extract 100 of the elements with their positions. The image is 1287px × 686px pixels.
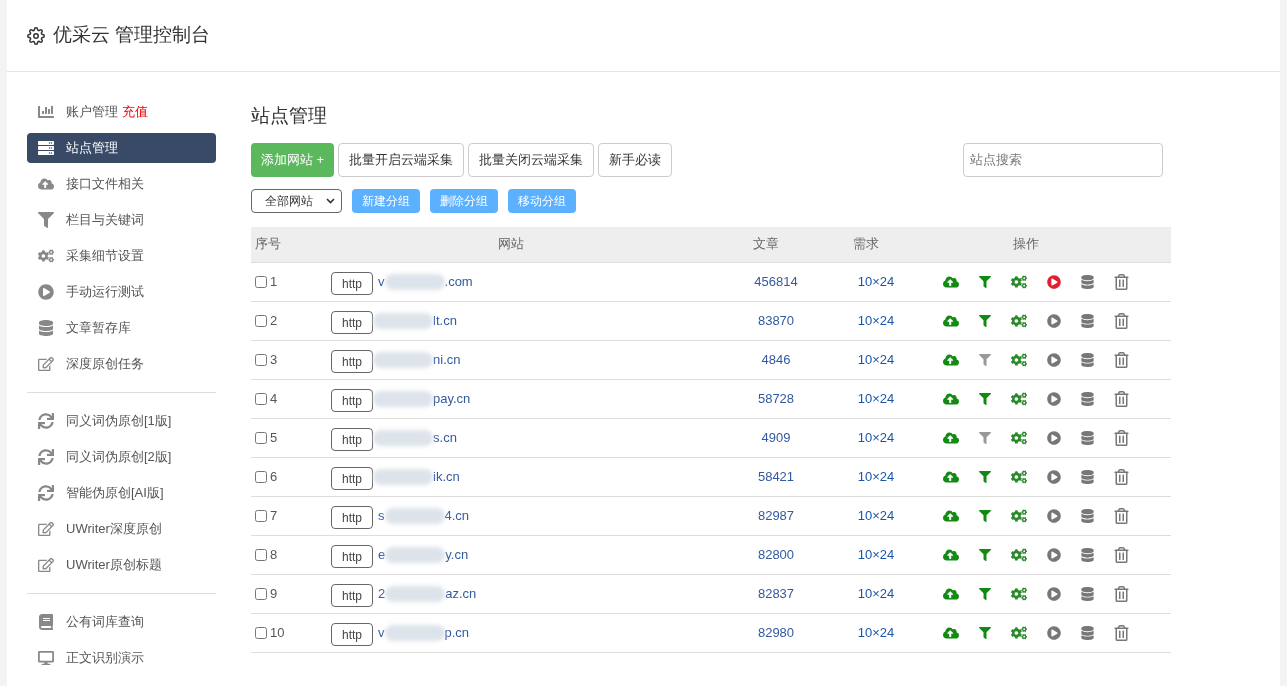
trash-icon[interactable] [1114, 312, 1129, 329]
filter-icon[interactable] [979, 548, 991, 561]
gears-icon[interactable] [1011, 429, 1027, 446]
trash-icon[interactable] [1114, 390, 1129, 407]
gears-icon[interactable] [1011, 624, 1027, 641]
gears-icon[interactable] [1011, 468, 1027, 485]
sidebar-item[interactable]: 正文识别演示 [27, 643, 216, 673]
filter-icon[interactable] [979, 275, 991, 288]
row-checkbox[interactable] [255, 626, 267, 639]
play-icon[interactable] [1047, 508, 1061, 523]
toolbar-button[interactable]: 批量开启云端采集 [338, 142, 465, 177]
demand-value: 10×24 [856, 311, 896, 330]
row-checkbox[interactable] [255, 509, 267, 522]
sidebar-item[interactable]: 同义词伪原创[2版] [27, 442, 216, 472]
cloud-upload-icon[interactable] [943, 507, 959, 524]
cloud-upload-icon[interactable] [943, 390, 959, 407]
chevron-down-icon [326, 197, 335, 204]
article-count: 58421 [756, 467, 796, 486]
database-icon[interactable] [1081, 586, 1094, 601]
play-icon[interactable] [1047, 352, 1061, 367]
row-checkbox[interactable] [255, 392, 267, 405]
play-icon[interactable] [1047, 547, 1061, 562]
cloud-upload-icon[interactable] [943, 429, 959, 446]
cloud-upload-icon[interactable] [943, 546, 959, 563]
trash-icon[interactable] [1114, 624, 1129, 641]
gears-icon[interactable] [1011, 351, 1027, 368]
play-icon[interactable] [1047, 625, 1061, 640]
row-checkbox[interactable] [255, 587, 267, 600]
play-icon[interactable] [1047, 586, 1061, 601]
trash-icon[interactable] [1114, 507, 1129, 524]
row-checkbox[interactable] [255, 353, 267, 366]
play-icon[interactable] [1047, 274, 1061, 289]
filter-icon[interactable] [979, 470, 991, 483]
sidebar-item[interactable]: 文章暂存库 [27, 313, 216, 343]
gears-icon[interactable] [1011, 507, 1027, 524]
gears-icon[interactable] [1011, 546, 1027, 563]
filter-icon[interactable] [979, 353, 991, 366]
database-icon[interactable] [1081, 391, 1094, 406]
cloud-upload-icon[interactable] [943, 585, 959, 602]
recharge-link[interactable]: 充值 [122, 102, 148, 122]
row-checkbox[interactable] [255, 431, 267, 444]
row-checkbox[interactable] [255, 314, 267, 327]
sidebar-item[interactable]: UWriter原创标题 [27, 550, 216, 580]
sidebar-item[interactable]: 深度原创任务 [27, 349, 216, 379]
database-icon[interactable] [1081, 313, 1094, 328]
filter-icon[interactable] [979, 392, 991, 405]
filter-icon[interactable] [979, 509, 991, 522]
cloud-upload-icon[interactable] [943, 624, 959, 641]
site-search-field[interactable]: 站点搜索 [963, 142, 1163, 177]
play-icon[interactable] [1047, 391, 1061, 406]
article-count: 82980 [756, 623, 796, 642]
play-icon[interactable] [1047, 469, 1061, 484]
trash-icon[interactable] [1114, 585, 1129, 602]
gears-icon[interactable] [1011, 312, 1027, 329]
sidebar-item[interactable]: 采集细节设置 [27, 241, 216, 271]
trash-icon[interactable] [1114, 351, 1129, 368]
filter-icon[interactable] [979, 431, 991, 444]
trash-icon[interactable] [1114, 273, 1129, 290]
bar-chart-icon [38, 104, 54, 120]
cloud-upload-icon[interactable] [943, 312, 959, 329]
row-checkbox[interactable] [255, 470, 267, 483]
cloud-upload-icon[interactable] [943, 273, 959, 290]
play-icon[interactable] [1047, 430, 1061, 445]
database-icon[interactable] [1081, 430, 1094, 445]
sidebar-item[interactable]: 接口文件相关 [27, 169, 216, 199]
toolbar-button[interactable]: 新手必读 [598, 142, 673, 177]
database-icon[interactable] [1081, 508, 1094, 523]
sidebar-item[interactable]: 智能伪原创[AI版] [27, 478, 216, 508]
gears-icon[interactable] [1011, 585, 1027, 602]
cloud-upload-icon[interactable] [943, 351, 959, 368]
trash-icon[interactable] [1114, 468, 1129, 485]
sidebar-item[interactable]: 同义词伪原创[1版] [27, 406, 216, 436]
trash-icon[interactable] [1114, 429, 1129, 446]
database-icon[interactable] [1081, 469, 1094, 484]
database-icon[interactable] [1081, 625, 1094, 640]
play-icon [38, 284, 54, 300]
database-icon[interactable] [1081, 274, 1094, 289]
sidebar-item[interactable]: 手动运行测试 [27, 277, 216, 307]
filter-icon [38, 212, 54, 228]
sidebar-item[interactable]: UWriter深度原创 [27, 514, 216, 544]
filter-icon[interactable] [979, 626, 991, 639]
database-icon[interactable] [1081, 547, 1094, 562]
scheme-label: http [331, 272, 373, 295]
database-icon[interactable] [1081, 352, 1094, 367]
gears-icon[interactable] [1011, 390, 1027, 407]
sidebar-item[interactable]: 站点管理 [27, 133, 216, 163]
play-icon[interactable] [1047, 313, 1061, 328]
group-select[interactable]: 全部网站 [251, 188, 342, 213]
trash-icon[interactable] [1114, 546, 1129, 563]
row-checkbox[interactable] [255, 275, 267, 288]
sidebar-item[interactable]: 账户管理 充值 [27, 97, 216, 127]
site-domain: az.cn [445, 584, 477, 603]
filter-icon[interactable] [979, 314, 991, 327]
sidebar-item[interactable]: 公有词库查询 [27, 607, 216, 637]
filter-icon[interactable] [979, 587, 991, 600]
row-checkbox[interactable] [255, 548, 267, 561]
cloud-upload-icon[interactable] [943, 468, 959, 485]
gears-icon[interactable] [1011, 273, 1027, 290]
toolbar-button[interactable]: 批量关闭云端采集 [468, 142, 595, 177]
sidebar-item[interactable]: 栏目与关键词 [27, 205, 216, 235]
